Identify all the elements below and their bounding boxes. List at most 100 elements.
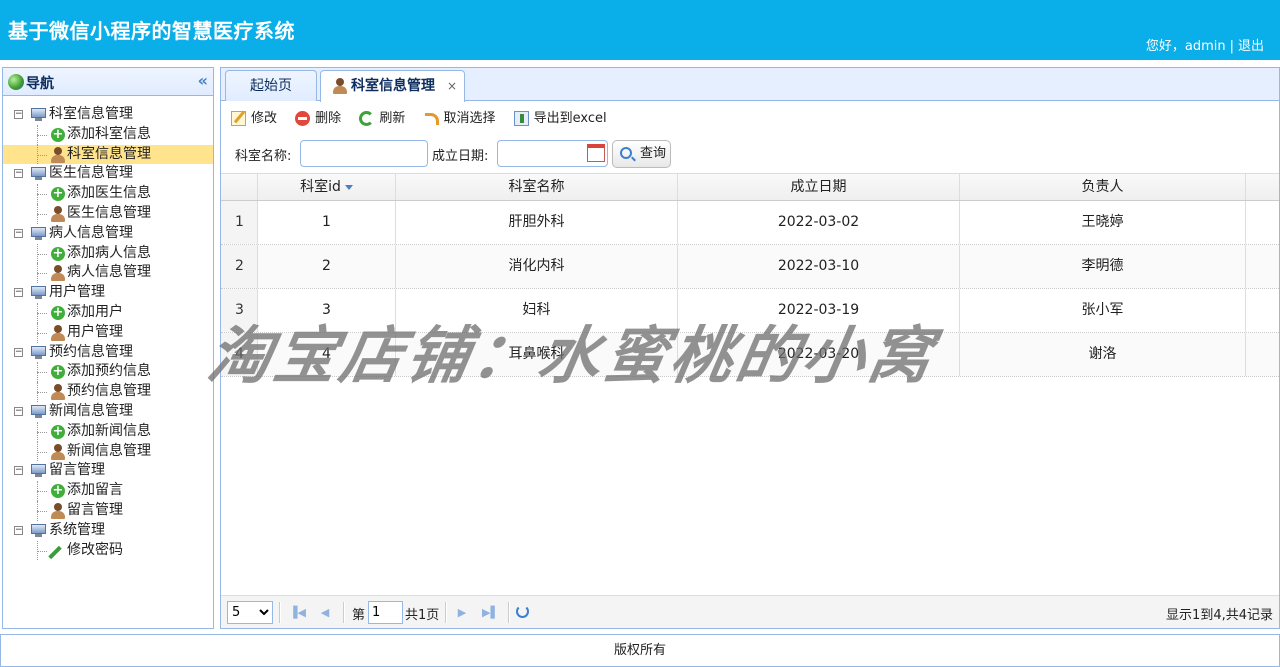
pencil-icon bbox=[48, 545, 62, 559]
tab-department-management[interactable]: 科室信息管理 × bbox=[320, 70, 465, 102]
unselect-button[interactable]: 取消选择 bbox=[423, 108, 495, 130]
column-header-id[interactable]: 科室id bbox=[258, 174, 396, 200]
nav-item-label: 添加新闻信息 bbox=[67, 422, 151, 439]
toolbar: 修改 删除 刷新 取消选择 导出到excel bbox=[231, 108, 621, 130]
table-row[interactable]: 2 2 消化内科 2022-03-10 李明德 bbox=[221, 245, 1279, 289]
nav-group-label: 系统管理 bbox=[49, 521, 105, 538]
nav-item-label: 病人信息管理 bbox=[67, 264, 151, 281]
export-excel-button[interactable]: 导出到excel bbox=[513, 108, 607, 130]
row-number: 2 bbox=[221, 245, 258, 288]
edit-button[interactable]: 修改 bbox=[231, 108, 277, 130]
nav-item[interactable]: 病人信息管理 bbox=[3, 263, 213, 284]
delete-button[interactable]: 删除 bbox=[295, 108, 341, 130]
plus-icon: + bbox=[51, 126, 65, 142]
nav-item[interactable]: 医生信息管理 bbox=[3, 203, 213, 224]
nav-group[interactable]: − 医生信息管理 bbox=[3, 164, 213, 184]
nav-group[interactable]: − 科室信息管理 bbox=[3, 105, 213, 125]
export-icon bbox=[513, 111, 529, 126]
collapse-toggle-icon[interactable]: − bbox=[14, 525, 23, 535]
nav-item[interactable]: + 添加医生信息 bbox=[3, 184, 213, 204]
logout-link[interactable]: 退出 bbox=[1238, 39, 1264, 54]
nav-item[interactable]: 留言管理 bbox=[3, 500, 213, 521]
last-page-icon[interactable]: ▶▌ bbox=[482, 605, 499, 621]
close-icon[interactable]: × bbox=[447, 71, 457, 101]
nav-item[interactable]: + 添加病人信息 bbox=[3, 243, 213, 264]
collapse-icon[interactable]: « bbox=[198, 71, 208, 90]
data-grid: 科室id 科室名称 成立日期 负责人 1 1 肝胆外科 2022-03-02 王晓婷 2 2… bbox=[221, 173, 1279, 377]
app-title: 基于微信小程序的智慧医疗系统 bbox=[8, 19, 295, 43]
nav-group[interactable]: − 新闻信息管理 bbox=[3, 402, 213, 422]
tab-home[interactable]: 起始页 bbox=[225, 70, 317, 101]
collapse-toggle-icon[interactable]: − bbox=[14, 110, 23, 119]
calendar-icon[interactable] bbox=[587, 144, 605, 162]
nav-item-label: 添加用户 bbox=[67, 303, 123, 320]
person-icon bbox=[51, 324, 65, 341]
first-page-icon[interactable]: ▐◀ bbox=[289, 605, 306, 621]
nav-item[interactable]: 修改密码 bbox=[3, 540, 213, 561]
column-header-leader[interactable]: 负责人 bbox=[960, 174, 1246, 200]
nav-item[interactable]: + 添加用户 bbox=[3, 302, 213, 323]
plus-icon: + bbox=[51, 245, 65, 261]
nav-item[interactable]: + 添加预约信息 bbox=[3, 362, 213, 383]
pager-divider bbox=[445, 602, 447, 623]
tree-line bbox=[37, 550, 47, 552]
username-link[interactable]: admin bbox=[1185, 39, 1226, 54]
collapse-toggle-icon[interactable]: − bbox=[14, 347, 23, 357]
column-header-id-label: 科室id bbox=[300, 179, 341, 195]
delete-label: 删除 bbox=[315, 111, 342, 126]
nav-item[interactable]: + 添加新闻信息 bbox=[3, 421, 213, 442]
nav-group[interactable]: − 用户管理 bbox=[3, 283, 213, 303]
record-info: 显示1到4,共4记录 bbox=[1166, 608, 1273, 623]
row-number: 3 bbox=[221, 289, 258, 332]
collapse-toggle-icon[interactable]: − bbox=[14, 228, 23, 238]
person-icon bbox=[51, 146, 65, 163]
grid-header: 科室id 科室名称 成立日期 负责人 bbox=[221, 173, 1279, 201]
cell-leader: 谢洛 bbox=[960, 333, 1246, 376]
collapse-toggle-icon[interactable]: − bbox=[14, 288, 23, 298]
table-row[interactable]: 4 4 耳鼻喉科 2022-03-20 谢洛 bbox=[221, 333, 1279, 377]
person-icon bbox=[51, 502, 65, 519]
tree-line bbox=[37, 451, 47, 453]
nav-group[interactable]: − 留言管理 bbox=[3, 461, 213, 481]
prev-page-icon[interactable]: ◀ bbox=[317, 605, 333, 621]
collapse-toggle-icon[interactable]: − bbox=[14, 466, 23, 476]
nav-item[interactable]: 科室信息管理 bbox=[3, 144, 213, 165]
globe-icon bbox=[8, 74, 24, 90]
nav-item[interactable]: + 添加科室信息 bbox=[3, 124, 213, 145]
refresh-button[interactable]: 刷新 bbox=[359, 108, 405, 130]
nav-group[interactable]: − 预约信息管理 bbox=[3, 343, 213, 363]
tab-bar: 起始页 科室信息管理 × bbox=[221, 68, 1279, 102]
tree-line bbox=[37, 372, 47, 374]
nav-item[interactable]: 新闻信息管理 bbox=[3, 441, 213, 462]
page-size-select[interactable]: 5 bbox=[227, 601, 273, 624]
nav-item-label: 用户管理 bbox=[67, 323, 123, 340]
collapse-toggle-icon[interactable]: − bbox=[14, 406, 23, 416]
table-row[interactable]: 3 3 妇科 2022-03-19 张小军 bbox=[221, 289, 1279, 333]
nav-item[interactable]: 预约信息管理 bbox=[3, 382, 213, 402]
nav-item[interactable]: + 添加留言 bbox=[3, 481, 213, 501]
person-icon bbox=[51, 443, 65, 460]
nav-group[interactable]: − 系统管理 bbox=[3, 521, 213, 541]
tree-line bbox=[37, 510, 47, 512]
nav-group-label: 预约信息管理 bbox=[49, 343, 133, 360]
table-row[interactable]: 1 1 肝胆外科 2022-03-02 王晓婷 bbox=[221, 201, 1279, 245]
collapse-toggle-icon[interactable]: − bbox=[14, 169, 23, 179]
header-separator: | bbox=[1229, 39, 1234, 54]
tree-line bbox=[37, 431, 47, 433]
cell-name: 消化内科 bbox=[396, 245, 678, 288]
column-header-date[interactable]: 成立日期 bbox=[678, 174, 960, 200]
reload-icon[interactable] bbox=[516, 605, 529, 618]
pager-divider bbox=[279, 602, 281, 623]
query-button[interactable]: 查询 bbox=[612, 140, 671, 168]
founded-date-label: 成立日期: bbox=[432, 149, 489, 164]
page-number-input[interactable] bbox=[368, 601, 403, 624]
nav-tree: − 科室信息管理 + 添加科室信息 科室信息管理 − 医生信息管理 + 添加医生信息 医生信息管理… bbox=[3, 96, 213, 561]
row-number: 4 bbox=[221, 333, 258, 376]
column-header-name[interactable]: 科室名称 bbox=[396, 174, 678, 200]
nav-group[interactable]: − 病人信息管理 bbox=[3, 224, 213, 244]
department-name-input[interactable] bbox=[300, 140, 428, 167]
nav-item[interactable]: 用户管理 bbox=[3, 322, 213, 343]
nav-header: 导航 « bbox=[3, 68, 213, 96]
nav-item-label: 添加病人信息 bbox=[67, 244, 151, 261]
next-page-icon[interactable]: ▶ bbox=[454, 605, 470, 621]
